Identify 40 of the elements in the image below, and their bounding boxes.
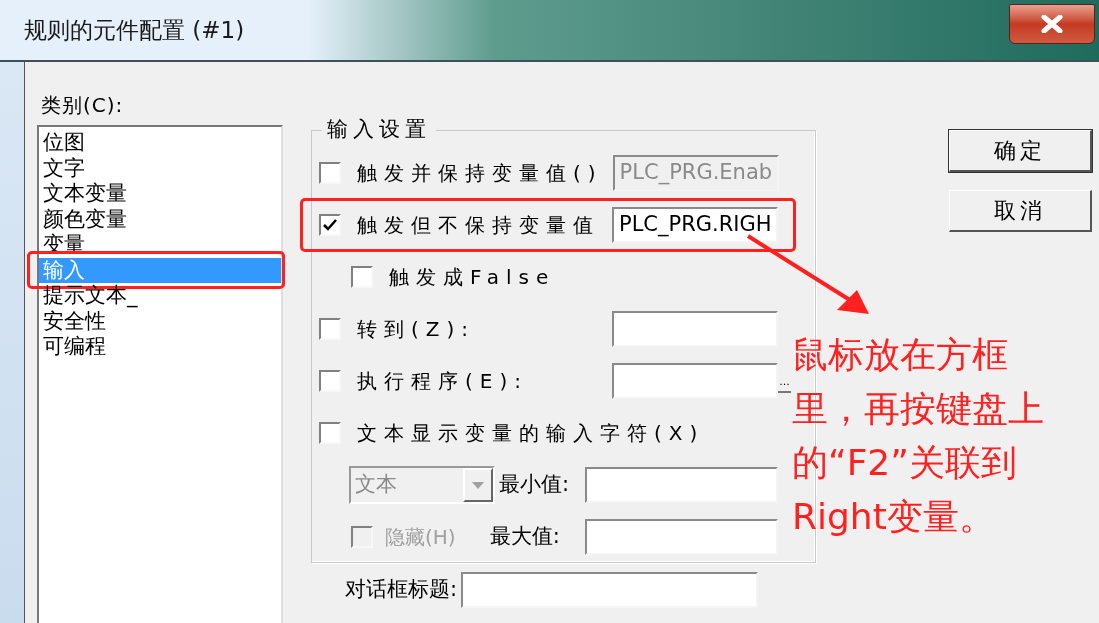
checkbox[interactable] <box>319 162 341 184</box>
close-icon <box>1041 15 1063 33</box>
annotation-text: Right变量。 <box>792 495 996 539</box>
list-item[interactable]: 文本变量 <box>39 181 281 207</box>
checkbox[interactable] <box>319 422 341 444</box>
category-label: 类别(C): <box>40 92 125 119</box>
checkbox-label: 触发成False <box>389 264 556 291</box>
list-item[interactable]: 可编程 <box>39 334 281 360</box>
list-item[interactable]: 颜色变量 <box>39 206 281 232</box>
field-label: 最小值: <box>499 471 570 499</box>
input-field[interactable] <box>612 363 778 399</box>
checkbox[interactable] <box>319 214 341 236</box>
input-field[interactable] <box>612 311 778 347</box>
dialog-button[interactable]: 取消 <box>949 190 1092 232</box>
checkmark-icon <box>323 219 337 231</box>
checkbox-label: 转到(Z): <box>357 316 476 343</box>
field-label: 最大值: <box>489 523 560 551</box>
checkbox-label: 触发并保持变量值() <box>357 160 603 187</box>
input-field[interactable] <box>585 467 778 503</box>
window-title: 规则的元件配置 (#1) <box>24 15 245 45</box>
checkbox[interactable] <box>351 266 373 288</box>
list-item[interactable]: 提示文本_ <box>39 283 281 309</box>
checkbox[interactable] <box>319 370 341 392</box>
input-field[interactable] <box>585 519 778 555</box>
checkbox-label: 触发但不保持变量值 <box>357 212 600 239</box>
list-item[interactable]: 文字 <box>39 155 281 181</box>
input-field[interactable]: PLC_PRG.RIGH <box>612 207 778 243</box>
dialog-button[interactable]: 确定 <box>949 130 1092 172</box>
list-item[interactable]: 位图 <box>39 130 281 156</box>
field-label: 对话框标题: <box>345 576 458 604</box>
annotation-text: 鼠标放在方框 <box>792 333 1009 377</box>
checkbox-label: 隐藏(H) <box>385 524 456 551</box>
checkbox-label: 执行程序(E): <box>357 368 528 395</box>
annotation-text: 的“F2”关联到 <box>792 441 1018 485</box>
checkbox-label: 文本显示变量的输入字符(X) <box>357 420 705 447</box>
checkbox[interactable] <box>319 318 341 340</box>
input-field[interactable] <box>461 572 759 608</box>
list-item[interactable]: 安全性 <box>39 308 281 334</box>
close-button[interactable] <box>1009 4 1095 44</box>
annotation-text: 里，再按键盘上 <box>792 387 1044 431</box>
